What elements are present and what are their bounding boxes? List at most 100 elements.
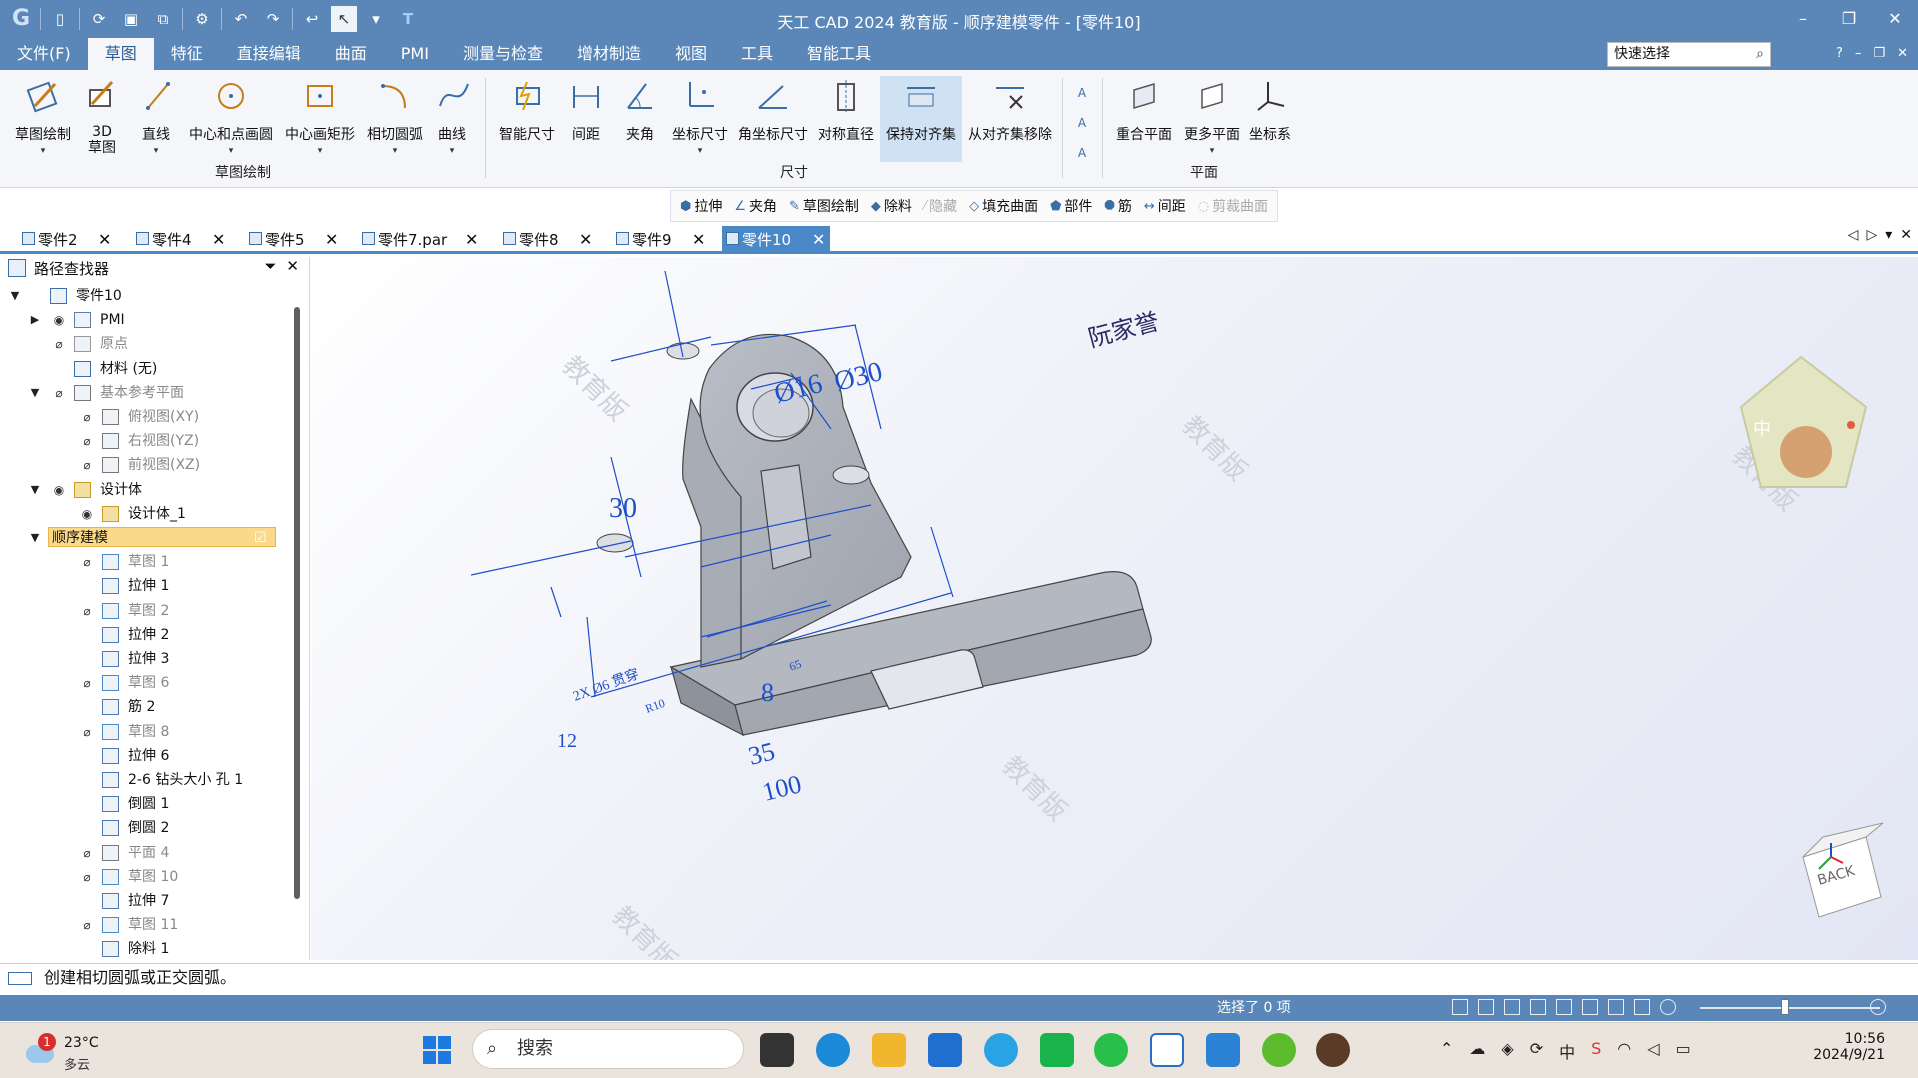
- tree-node[interactable]: ⌀ 原点: [0, 333, 290, 355]
- restore-icon[interactable]: ❐: [1826, 0, 1872, 38]
- remove-align-set-button[interactable]: 从对齐集移除: [964, 76, 1056, 144]
- tree-node[interactable]: ▼ ⌀ 基本参考平面: [0, 382, 290, 404]
- part-model[interactable]: [596, 333, 1152, 737]
- tree-node[interactable]: ⌀ 草图 1: [0, 551, 290, 573]
- fill-surface-button[interactable]: ◇ 填充曲面: [964, 196, 1043, 216]
- menu-direct-edit[interactable]: 直接编辑: [220, 38, 318, 70]
- open-file-icon[interactable]: ⟳: [86, 6, 112, 32]
- select-pointer-icon[interactable]: ↖: [331, 6, 357, 32]
- tab-part9[interactable]: 零件9 ✕: [612, 226, 708, 253]
- tree-node[interactable]: ⌀ 草图 11: [0, 914, 290, 936]
- hide-button[interactable]: ⁄ 隐藏: [919, 196, 962, 216]
- sketch-button[interactable]: 草图绘制 ▾: [10, 76, 76, 156]
- menu-additive[interactable]: 增材制造: [560, 38, 658, 70]
- search-icon[interactable]: ⌕: [1756, 43, 1764, 66]
- ribbon-restore-icon[interactable]: ❐: [1873, 38, 1885, 70]
- graphics-viewport[interactable]: 教育版 教育版 教育版 教育版 教育版: [311, 257, 1918, 960]
- menu-feature[interactable]: 特征: [154, 38, 220, 70]
- tree-node[interactable]: ▶ ◉ PMI: [0, 309, 290, 331]
- sketch3d-button[interactable]: 3D 草图: [82, 76, 122, 156]
- file-explorer-icon[interactable]: [872, 1033, 906, 1067]
- tree-node[interactable]: 拉伸 2: [0, 624, 290, 646]
- minimize-icon[interactable]: –: [1780, 0, 1826, 38]
- expand-down-icon[interactable]: ▼: [28, 479, 42, 501]
- ribbon-minimize-icon[interactable]: –: [1855, 38, 1862, 70]
- tree-node[interactable]: 拉伸 3: [0, 648, 290, 670]
- ime-icon[interactable]: 中: [1559, 1039, 1575, 1063]
- hidden-eye-icon[interactable]: ⌀: [78, 870, 96, 884]
- rib-button[interactable]: ⯃ 筋: [1099, 196, 1136, 216]
- tree-node[interactable]: ⌀ 右视图(YZ): [0, 430, 290, 452]
- zoom-slider-handle[interactable]: [1780, 999, 1789, 1015]
- zoom-in-icon[interactable]: [1870, 999, 1886, 1015]
- tree-node[interactable]: ▼ ◉ 设计体: [0, 479, 290, 501]
- battery-icon[interactable]: ▭: [1676, 1039, 1691, 1063]
- close-icon[interactable]: ✕: [98, 230, 111, 249]
- expand-down-icon[interactable]: ▼: [28, 527, 42, 549]
- visible-eye-icon[interactable]: ◉: [50, 313, 68, 327]
- sketch-draw-button[interactable]: ✎ 草图绘制: [784, 196, 864, 216]
- hidden-eye-icon[interactable]: ⌀: [78, 846, 96, 860]
- tangent-arc-button[interactable]: 相切圆弧 ▾: [362, 76, 428, 156]
- extrude-button[interactable]: ⬢ 拉伸: [675, 196, 727, 216]
- tree-node[interactable]: ◉ 设计体_1: [0, 503, 290, 525]
- center-circle-button[interactable]: 中心和点画圆 ▾: [186, 76, 276, 156]
- tree-node[interactable]: 除料 1: [0, 938, 290, 960]
- coord-dimension-button[interactable]: 坐标尺寸 ▾: [668, 76, 732, 156]
- tree-node[interactable]: 拉伸 6: [0, 745, 290, 767]
- wechat-icon[interactable]: [1094, 1033, 1128, 1067]
- taskbar-search[interactable]: ⌕ 搜索: [472, 1029, 744, 1069]
- hidden-eye-icon[interactable]: ⌀: [50, 386, 68, 400]
- tab-part7par[interactable]: 零件7.par ✕: [358, 226, 482, 253]
- hidden-eye-icon[interactable]: ⌀: [78, 918, 96, 932]
- onedrive-icon[interactable]: ☁: [1469, 1039, 1485, 1063]
- customize-dropdown-icon[interactable]: ▾: [363, 6, 389, 32]
- symmetric-diameter-button[interactable]: 对称直径: [814, 76, 878, 144]
- store-icon[interactable]: [1040, 1033, 1074, 1067]
- keyboard-icon[interactable]: [8, 972, 32, 985]
- tab-part8[interactable]: 零件8 ✕: [499, 226, 595, 253]
- new-file-icon[interactable]: ▯: [47, 6, 73, 32]
- visible-eye-icon[interactable]: ◉: [78, 507, 96, 521]
- zoom-icon[interactable]: [1504, 999, 1520, 1015]
- expand-down-icon[interactable]: ▼: [28, 382, 42, 404]
- checkbox-icon[interactable]: ☑: [254, 527, 267, 549]
- save-icon[interactable]: ▣: [118, 6, 144, 32]
- mail-icon[interactable]: [928, 1033, 962, 1067]
- wifi-icon[interactable]: ◠: [1617, 1039, 1631, 1063]
- settings-icon[interactable]: ⚙: [189, 6, 215, 32]
- close-icon[interactable]: ✕: [286, 257, 299, 275]
- tab-prev-icon[interactable]: ◁: [1848, 227, 1859, 243]
- user-app-icon[interactable]: [1316, 1033, 1350, 1067]
- hidden-eye-icon[interactable]: ⌀: [78, 434, 96, 448]
- pan-icon[interactable]: [1530, 999, 1546, 1015]
- tab-list-icon[interactable]: ▾: [1885, 227, 1892, 243]
- tree-node[interactable]: 材料 (无): [0, 358, 290, 380]
- tree-node[interactable]: 倒圆 1: [0, 793, 290, 815]
- spacing-button[interactable]: ↔ 间距: [1139, 196, 1191, 216]
- distance-button[interactable]: 间距: [566, 76, 606, 144]
- start-button[interactable]: [420, 1033, 454, 1067]
- hidden-eye-icon[interactable]: ⌀: [78, 458, 96, 472]
- app-s-icon[interactable]: S: [1591, 1039, 1601, 1063]
- menu-smart-tools[interactable]: 智能工具: [790, 38, 888, 70]
- hidden-eye-icon[interactable]: ⌀: [78, 725, 96, 739]
- close-icon[interactable]: ✕: [465, 230, 478, 249]
- hidden-eye-icon[interactable]: ⌀: [78, 604, 96, 618]
- part-button[interactable]: ⬟ 部件: [1045, 196, 1097, 216]
- tree-node[interactable]: ⌀ 前视图(XZ): [0, 454, 290, 476]
- close-all-icon[interactable]: ✕: [1900, 227, 1912, 243]
- menu-measure[interactable]: 测量与检查: [446, 38, 560, 70]
- center-rect-button[interactable]: 中心画矩形 ▾: [282, 76, 358, 156]
- volume-icon[interactable]: ◁: [1647, 1039, 1659, 1063]
- quick-select-input[interactable]: 快速选择 ⌕: [1607, 42, 1771, 67]
- cad-app-icon[interactable]: [1150, 1033, 1184, 1067]
- user-badge[interactable]: 中: [1739, 355, 1868, 488]
- tree-node[interactable]: ⌀ 草图 10: [0, 866, 290, 888]
- app-logo-icon[interactable]: G: [8, 6, 34, 32]
- tree-node[interactable]: 拉伸 7: [0, 890, 290, 912]
- tree-node[interactable]: 拉伸 1: [0, 575, 290, 597]
- fit-view-icon[interactable]: [1452, 999, 1468, 1015]
- model-canvas[interactable]: 教育版 教育版 教育版 教育版 教育版: [311, 257, 1918, 960]
- close-icon[interactable]: ✕: [325, 230, 338, 249]
